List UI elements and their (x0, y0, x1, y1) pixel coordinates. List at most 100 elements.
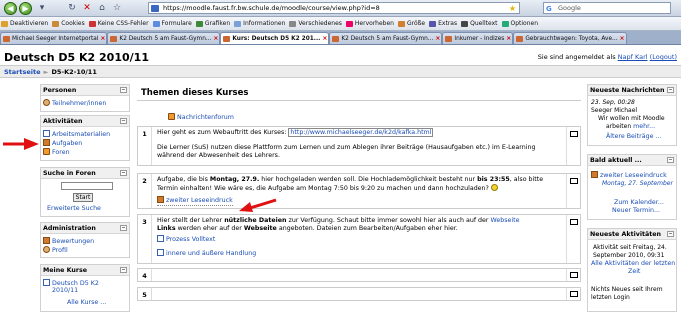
bookmark-item[interactable]: Formulare (152, 17, 195, 30)
profile-link[interactable]: Profil (43, 246, 68, 255)
url-bar[interactable]: https://moodle.faust.fr.bw.schule.de/moo… (148, 2, 520, 14)
section-controls (566, 127, 580, 165)
dropdown-icon[interactable]: ▾ (36, 2, 48, 14)
forward-button[interactable]: ▶ (19, 2, 32, 15)
browser-tab[interactable]: Kurs: Deutsch D5 K2 201... × (220, 32, 330, 44)
bookmark-item[interactable]: Verschiedenes (288, 17, 345, 30)
block-title: Neueste Aktivitäten − (588, 229, 676, 240)
news-author: Seeger Michael (591, 107, 638, 114)
bookmark-item[interactable]: Quelltext (460, 17, 500, 30)
bookmark-item[interactable]: Extras (428, 17, 460, 30)
grades-link[interactable]: Bewertungen (43, 237, 94, 246)
close-tab-icon[interactable]: × (213, 33, 218, 44)
block-title: Meine Kurse − (41, 265, 129, 276)
browser-tab[interactable]: Michael Seeger Internetportal × (0, 32, 108, 44)
webseite-link[interactable]: Webseite (491, 217, 520, 224)
calendar-link[interactable]: Zum Kalender... (614, 199, 664, 207)
news-text-2: arbeiten mehr... (606, 123, 656, 130)
search-input[interactable]: G Google (543, 2, 671, 14)
forums-link[interactable]: Foren (43, 148, 70, 157)
section-number: 5 (138, 288, 152, 300)
section-1: 1 Hier geht es zum Webauftritt des Kurse… (137, 126, 581, 166)
all-courses-link[interactable]: Alle Kurse ... (67, 299, 106, 307)
new-event-link[interactable]: Neuer Termin... (612, 207, 660, 215)
collapse-icon[interactable]: − (667, 231, 674, 237)
bookmark-item[interactable]: Größe (397, 17, 428, 30)
no-news-text: Nichts Neues seit Ihrem (591, 286, 663, 293)
profile-icon (43, 246, 50, 253)
collapse-icon[interactable]: − (667, 157, 674, 163)
website-link[interactable]: http://www.michaelseeger.de/k2d/kafka.ht… (288, 128, 434, 137)
assignments-link[interactable]: Aufgaben (43, 139, 82, 148)
section-controls (566, 174, 580, 208)
upcoming-event-link[interactable]: zweiter Leseeindruck (591, 171, 667, 180)
tab-label: K2 Deutsch 5 am Faust-Gymn... (341, 36, 434, 42)
bookmark-item[interactable]: Informationen (233, 17, 288, 30)
collapse-icon[interactable]: − (667, 87, 674, 93)
news-more-link[interactable]: mehr... (633, 123, 655, 130)
materials-link[interactable]: Arbeitsmaterialien (43, 130, 110, 139)
assignment-icon (157, 196, 164, 203)
all-activity-link-2[interactable]: Zeit (628, 268, 640, 276)
collapse-icon[interactable]: − (120, 87, 127, 93)
logout-link[interactable]: (Logout) (650, 53, 677, 61)
browser-toolbar: ◀ ▶ ▾ ↻ ✕ ⌂ ☆ https://moodle.faust.fr.bw… (0, 0, 681, 17)
course-link-year[interactable]: 2010/11 (52, 287, 78, 295)
reload-icon[interactable]: ↻ (66, 2, 78, 14)
section-5: 5 (137, 287, 581, 301)
browser-tab[interactable]: Gebrauchtwagen: Toyota, Ave... × (513, 32, 627, 44)
google-icon: G (546, 5, 552, 13)
browser-tab[interactable]: K2 Deutsch 5 am Faust-Gymn... × (329, 32, 443, 44)
breadcrumb-home[interactable]: Startseite (4, 68, 41, 76)
browser-tab[interactable]: Inkumer - Indizes × (442, 32, 514, 44)
older-posts-link[interactable]: Ältere Beiträge ... (606, 133, 661, 141)
bookmark-item[interactable]: Grafiken (195, 17, 233, 30)
show-only-section-icon[interactable] (570, 178, 578, 184)
close-tab-icon[interactable]: × (620, 33, 625, 44)
participants-link[interactable]: Teilnehmer/innen (43, 99, 106, 108)
collapse-icon[interactable]: − (120, 118, 127, 124)
bookmark-item[interactable]: Optionen (501, 17, 542, 30)
all-activity-link[interactable]: Alle Aktivitäten der letzten (591, 260, 675, 268)
show-only-section-icon[interactable] (570, 131, 578, 137)
url-text: https://moodle.faust.fr.bw.schule.de/moo… (163, 4, 380, 12)
section-controls (566, 288, 580, 300)
close-tab-icon[interactable]: × (435, 33, 440, 44)
back-button[interactable]: ◀ (4, 2, 17, 15)
assignment-link[interactable]: zweiter Leseeindruck (157, 196, 233, 206)
advanced-search-link[interactable]: Erweiterte Suche (47, 205, 101, 213)
close-tab-icon[interactable]: × (100, 33, 105, 44)
stop-icon[interactable]: ✕ (81, 2, 93, 14)
collapse-icon[interactable]: − (120, 267, 127, 273)
resource-link[interactable]: Prozess Volltext (157, 235, 561, 244)
collapse-icon[interactable]: − (120, 225, 127, 231)
close-tab-icon[interactable]: × (506, 33, 511, 44)
show-only-section-icon[interactable] (570, 272, 578, 278)
login-prefix: Sie sind angemeldet als (537, 53, 616, 61)
forum-icon (168, 113, 175, 120)
collapse-icon[interactable]: − (120, 170, 127, 176)
show-only-section-icon[interactable] (570, 219, 578, 225)
home-icon[interactable]: ⌂ (96, 2, 108, 14)
bookmark-item[interactable]: Keine CSS-Fehler (88, 17, 152, 30)
section-4: 4 (137, 268, 581, 282)
close-tab-icon[interactable]: × (322, 33, 327, 44)
section-summary: Hier stellt der Lehrer nützliche Dateien… (157, 217, 561, 258)
star-icon[interactable]: ★ (509, 3, 516, 13)
forum-search-input[interactable] (61, 182, 113, 190)
search-start-button[interactable]: Start (73, 193, 93, 202)
bookmark-item[interactable]: Cookies (51, 17, 88, 30)
user-link[interactable]: Napf Karl (618, 53, 648, 61)
divider (137, 100, 581, 101)
activity-since-2: September 2010, 09:31 (593, 252, 665, 259)
bookmarks-toolbar: Deaktivieren Cookies Keine CSS-Fehler Formu… (0, 17, 681, 31)
bookmark-item[interactable]: Deaktivieren (0, 17, 51, 30)
news-forum-link[interactable]: Nachrichtenforum (168, 113, 234, 122)
bookmark-item[interactable]: Hervorheben (345, 17, 397, 30)
resource-link[interactable]: innere und äußere Handlung (157, 249, 561, 258)
browser-tab[interactable]: K2 Deutsch 5 am Faust-Gymn... × (107, 32, 221, 44)
topics-heading: Themen dieses Kurses (141, 88, 249, 98)
section-3: 3 Hier stellt der Lehrer nützliche Datei… (137, 214, 581, 264)
bookmark-icon[interactable]: ☆ (111, 2, 123, 14)
show-only-section-icon[interactable] (570, 291, 578, 297)
